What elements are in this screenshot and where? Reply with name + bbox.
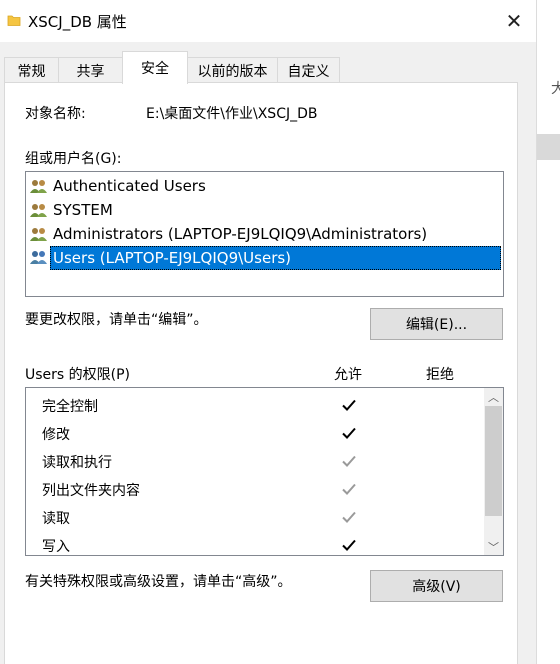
- list-item[interactable]: Authenticated Users: [29, 174, 206, 198]
- check-icon: [342, 455, 356, 467]
- scroll-up-button[interactable]: ︿: [484, 388, 503, 405]
- users-group-icon: [30, 204, 47, 217]
- check-icon: [342, 427, 356, 439]
- users-group-icon: [30, 228, 47, 241]
- permission-row: 完全控制: [26, 392, 484, 420]
- close-button[interactable]: ✕: [492, 0, 536, 42]
- check-icon: [342, 399, 356, 411]
- background-window: 大: [536, 0, 560, 664]
- tab-sharing[interactable]: 共享: [58, 57, 123, 83]
- list-item[interactable]: SYSTEM: [29, 198, 113, 222]
- users-group-icon: [30, 180, 47, 193]
- advanced-button-label: 高级(V): [412, 579, 461, 595]
- permission-row: 修改: [26, 420, 484, 448]
- groups-list[interactable]: Authenticated Users SYSTEM Administrator…: [25, 171, 504, 297]
- group-name: SYSTEM: [53, 201, 113, 219]
- tab-general[interactable]: 常规: [4, 57, 59, 83]
- permission-row: 列出文件夹内容: [26, 476, 484, 504]
- permission-name: 写入: [42, 539, 70, 555]
- allow-header: 允许: [334, 367, 362, 383]
- scroll-thumb[interactable]: [485, 406, 502, 516]
- permission-name: 完全控制: [42, 399, 98, 415]
- tab-customize[interactable]: 自定义: [277, 57, 340, 83]
- title-bar: XSCJ_DB 属性 ✕: [0, 0, 536, 42]
- background-window-strip: [537, 134, 560, 160]
- permissions-scrollbar[interactable]: ︿ ﹀: [484, 388, 503, 555]
- tab-sharing-label: 共享: [76, 63, 105, 80]
- security-panel: 对象名称: E:\桌面文件\作业\XSCJ_DB 组或用户名(G): Authe…: [4, 82, 518, 664]
- group-name: Administrators (LAPTOP-EJ9LQIQ9\Administ…: [53, 225, 428, 243]
- permission-row: 读取和执行: [26, 448, 484, 476]
- group-name: Authenticated Users: [53, 177, 206, 195]
- group-name: Users (LAPTOP-EJ9LQIQ9\Users): [53, 249, 292, 267]
- properties-dialog: XSCJ_DB 属性 ✕ 常规 共享 安全 以前的版本 自定义 对象名称: E:…: [0, 0, 536, 664]
- deny-header: 拒绝: [426, 367, 454, 383]
- edit-hint: 要更改权限，请单击“编辑”。: [25, 312, 208, 328]
- permission-row: 读取: [26, 504, 484, 532]
- permission-name: 修改: [42, 427, 70, 443]
- check-icon: [342, 511, 356, 523]
- advanced-button[interactable]: 高级(V): [370, 570, 503, 602]
- tab-previous-versions[interactable]: 以前的版本: [187, 57, 278, 83]
- scroll-down-button[interactable]: ﹀: [484, 538, 503, 555]
- edit-button-label: 编辑(E)...: [405, 317, 468, 333]
- permission-name: 读取: [42, 511, 70, 527]
- advanced-hint: 有关特殊权限或高级设置，请单击“高级”。: [25, 574, 292, 590]
- check-icon: [342, 483, 356, 495]
- tab-general-label: 常规: [17, 63, 46, 80]
- permission-name: 读取和执行: [42, 455, 112, 471]
- groups-label: 组或用户名(G):: [25, 151, 122, 167]
- object-name-label: 对象名称:: [25, 106, 86, 122]
- list-item-selected[interactable]: Users (LAPTOP-EJ9LQIQ9\Users): [50, 246, 501, 270]
- permissions-label: Users 的权限(P): [25, 367, 131, 383]
- edit-button[interactable]: 编辑(E)...: [370, 308, 503, 340]
- tab-security-label: 安全: [141, 61, 169, 77]
- folder-icon: [7, 15, 21, 26]
- permissions-list[interactable]: 写入 读取 列出文件夹内容 读取和执行 修改 完全控制 ︿ ﹀: [25, 387, 504, 556]
- close-icon: ✕: [505, 9, 523, 33]
- tab-security[interactable]: 安全: [122, 51, 188, 84]
- permission-name: 列出文件夹内容: [42, 483, 140, 499]
- permission-row: 写入: [26, 532, 484, 555]
- background-window-glyph: 大: [551, 81, 560, 97]
- window-title: XSCJ_DB 属性: [28, 13, 127, 31]
- check-icon: [342, 539, 356, 551]
- chevron-down-icon: ﹀: [488, 540, 499, 554]
- users-group-icon: [30, 251, 47, 264]
- object-name-value: E:\桌面文件\作业\XSCJ_DB: [146, 106, 318, 122]
- tab-customize-label: 自定义: [287, 63, 330, 80]
- tab-previous-versions-label: 以前的版本: [197, 63, 268, 80]
- list-item[interactable]: Administrators (LAPTOP-EJ9LQIQ9\Administ…: [29, 222, 427, 246]
- chevron-up-icon: ︿: [488, 390, 499, 404]
